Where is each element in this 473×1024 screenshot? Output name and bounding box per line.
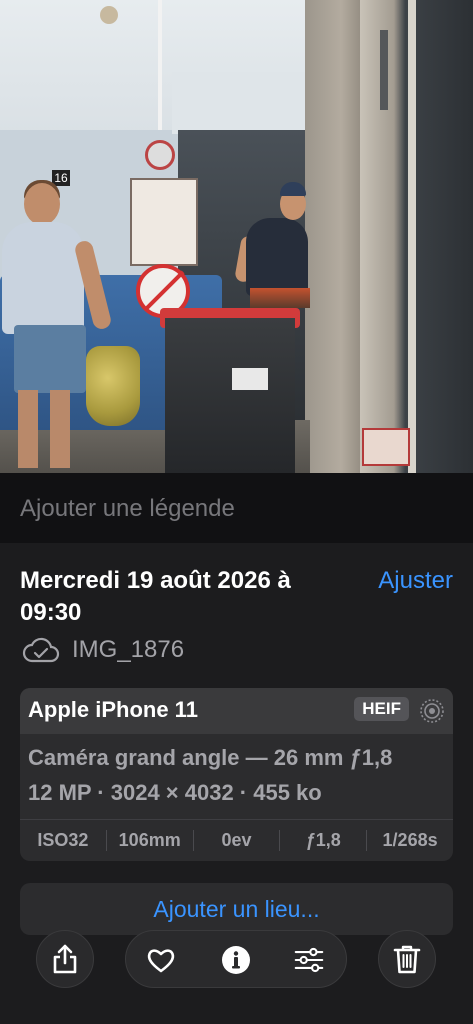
photo-wall (305, 0, 365, 473)
heart-icon[interactable] (146, 945, 176, 975)
photo-man (2, 222, 84, 334)
photo-door (360, 0, 473, 473)
caption-field[interactable]: Ajouter une légende (0, 473, 473, 543)
photo-notice-sign (130, 178, 198, 266)
adjust-date-button[interactable]: Ajuster (378, 565, 453, 597)
photo-door-frame (408, 0, 416, 473)
photo-grey-bin (165, 318, 295, 473)
exif-exposure-bias: 0ev (192, 830, 280, 851)
photo-round-sign (145, 140, 175, 170)
photo-grill (250, 288, 310, 308)
caption-placeholder: Ajouter une légende (20, 495, 235, 522)
photo-date: Mercredi 19 août 2026 à 09:30 (20, 567, 291, 626)
share-button[interactable] (36, 930, 94, 988)
photo-man-leg (50, 390, 70, 468)
photo-bag (86, 346, 140, 426)
exif-shutter-speed: 1/268s (366, 830, 453, 851)
photo-man-head (24, 183, 60, 225)
photo-shop-awning (172, 72, 307, 134)
camera-card: Apple iPhone 11 HEIF Caméra grand angle … (20, 688, 453, 861)
photo-man-shorts (14, 325, 86, 393)
info-icon[interactable] (221, 945, 251, 975)
file-row: IMG_1876 (22, 636, 184, 664)
device-name: Apple iPhone 11 (28, 697, 198, 722)
exif-focal-length: 106mm (105, 830, 193, 851)
photo-sticker (362, 428, 410, 466)
delete-button[interactable] (378, 930, 436, 988)
photo-actions-group (125, 930, 347, 988)
photo-man-leg (18, 390, 38, 468)
photo-view[interactable]: 16 (0, 0, 473, 473)
live-photo-icon (420, 699, 444, 723)
add-location-button[interactable]: Ajouter un lieu... (20, 883, 453, 935)
format-badge: HEIF (354, 697, 409, 721)
photo-light (100, 6, 118, 24)
sliders-icon[interactable] (294, 945, 324, 975)
photo-bin-label (232, 368, 268, 390)
image-specs: 12 MP · 3024 × 4032 · 455 ko (28, 780, 322, 805)
photo-woman (246, 218, 308, 296)
exif-iso: ISO32 (37, 830, 89, 850)
camera-card-header: Apple iPhone 11 HEIF (20, 688, 453, 734)
exif-row: ISO32 106mm 0ev ƒ1,8 1/268s (20, 820, 453, 861)
exif-aperture: ƒ1,8 (279, 830, 366, 851)
share-icon (53, 944, 77, 974)
cloud-check-icon (22, 637, 60, 663)
photo-hinge (380, 30, 388, 110)
lens-info: Caméra grand angle — 26 mm ƒ1,8 (28, 745, 393, 770)
file-name: IMG_1876 (72, 636, 185, 663)
trash-icon (393, 945, 421, 974)
